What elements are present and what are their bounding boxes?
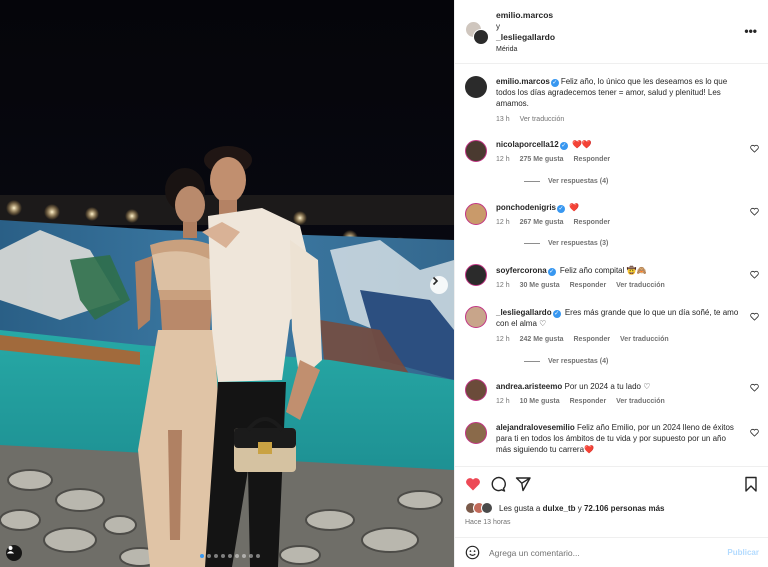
next-arrow-icon[interactable] xyxy=(430,276,448,294)
comment-time: 12 h xyxy=(496,219,510,226)
comment-meta: 13 h Ver traducción xyxy=(496,116,572,123)
carousel-dot xyxy=(228,554,232,558)
comment-username[interactable]: ponchodenigris xyxy=(496,203,556,212)
comment-username[interactable]: soyfercorona xyxy=(496,266,547,275)
comment-time: 12 h xyxy=(496,156,510,163)
comment-username[interactable]: andrea.aristeemo xyxy=(496,382,562,391)
comment-likes[interactable]: 10 Me gusta xyxy=(520,398,560,405)
avatar[interactable] xyxy=(465,379,487,401)
comment-heart-icon[interactable] xyxy=(750,144,759,153)
verified-icon: ✓ xyxy=(550,79,559,87)
reply-button[interactable]: Responder xyxy=(570,398,607,405)
bookmark-icon[interactable] xyxy=(743,476,759,492)
comment-username[interactable]: nicolaporcella12 xyxy=(496,140,559,149)
comment-time: 12 h xyxy=(496,282,510,289)
likes-user[interactable]: dulxe_tb xyxy=(543,504,576,513)
post-side-panel: emilio.marcos y _lesliegallardo Mérida •… xyxy=(454,0,768,567)
heart-icon[interactable] xyxy=(465,476,481,492)
comment-meta: 12 h 242 Me gusta Responder Ver traducci… xyxy=(496,336,677,343)
translate-link[interactable]: Ver traducción xyxy=(620,336,669,343)
emoji-icon[interactable] xyxy=(465,545,480,560)
carousel-dot xyxy=(249,554,253,558)
comment-heart-icon[interactable] xyxy=(750,270,759,279)
comment-meta: 12 h 10 Me gusta Responder Ver traducció… xyxy=(496,398,673,405)
photo-illustration xyxy=(0,0,454,567)
avatar[interactable] xyxy=(465,203,487,225)
reply-button[interactable]: Responder xyxy=(570,282,607,289)
comment-heart-icon[interactable] xyxy=(750,207,759,216)
comment-input[interactable] xyxy=(489,544,719,561)
author-username[interactable]: emilio.marcos xyxy=(496,10,555,21)
avatar[interactable] xyxy=(465,140,487,162)
user-tag-icon[interactable] xyxy=(6,545,22,561)
carousel-dot xyxy=(200,554,204,558)
comment-text: ❤️❤️ xyxy=(571,140,592,149)
likes-summary: Les gusta a dulxe_tb y 72.106 personas m… xyxy=(465,500,664,516)
translate-link[interactable]: Ver traducción xyxy=(616,398,665,405)
action-bar xyxy=(455,466,768,496)
carousel-dot xyxy=(221,554,225,558)
carousel-dot xyxy=(256,554,260,558)
publish-button[interactable]: Publicar xyxy=(727,548,759,557)
comment-likes[interactable]: 242 Me gusta xyxy=(520,336,564,343)
comment-meta: 12 h 275 Me gusta Responder xyxy=(496,156,618,163)
reply-button[interactable]: Responder xyxy=(574,156,611,163)
avatar[interactable] xyxy=(465,76,487,98)
translate-link[interactable]: Ver traducción xyxy=(520,116,565,123)
comment-likes[interactable]: 275 Me gusta xyxy=(520,156,564,163)
comment-heart-icon[interactable] xyxy=(750,383,759,392)
carousel-dot xyxy=(214,554,218,558)
view-replies-button[interactable]: Ver respuestas (4) xyxy=(524,178,608,185)
avatar[interactable] xyxy=(465,306,487,328)
view-replies-button[interactable]: Ver respuestas (3) xyxy=(524,240,608,247)
more-icon[interactable]: ••• xyxy=(744,24,757,38)
comment-heart-icon[interactable] xyxy=(750,312,759,321)
view-replies-button[interactable]: Ver respuestas (4) xyxy=(524,358,608,365)
comments-list: emilio.marcos ✓ Feliz año, lo único que le… xyxy=(455,64,768,464)
comment-composer: Publicar xyxy=(455,537,768,567)
verified-icon: ✓ xyxy=(552,310,561,318)
comment-icon[interactable] xyxy=(490,476,506,492)
comment-heart-icon[interactable] xyxy=(750,428,759,437)
carousel-dot xyxy=(242,554,246,558)
reply-button[interactable]: Responder xyxy=(574,219,611,226)
coauthor-avatars[interactable] xyxy=(465,21,489,45)
comment-username[interactable]: alejandralovesemilio xyxy=(496,423,575,432)
post-time-ago: Hace 13 horas xyxy=(465,519,511,526)
comment-text: ❤️ xyxy=(569,203,580,212)
carousel-indicator xyxy=(200,554,260,558)
post-location[interactable]: Mérida xyxy=(496,44,555,55)
verified-icon: ✓ xyxy=(557,205,565,213)
likes-count[interactable]: 72.106 personas más xyxy=(584,504,665,513)
comment-likes[interactable]: 30 Me gusta xyxy=(520,282,560,289)
share-icon[interactable] xyxy=(515,476,531,492)
caption-time: 13 h xyxy=(496,116,510,123)
avatar[interactable] xyxy=(465,264,487,286)
post-authors: emilio.marcos y _lesliegallardo Mérida xyxy=(496,10,555,55)
avatar[interactable] xyxy=(473,29,489,45)
comment-time: 12 h xyxy=(496,336,510,343)
comment-time: 12 h xyxy=(496,398,510,405)
verified-icon: ✓ xyxy=(559,142,568,150)
carousel-dot xyxy=(207,554,211,558)
author-connector: y xyxy=(496,22,500,31)
avatar[interactable] xyxy=(465,422,487,444)
carousel-dot xyxy=(235,554,239,558)
comment-text: Feliz año compital 🤠🙈 xyxy=(559,266,647,275)
avatar xyxy=(481,502,493,514)
comment-meta: 12 h 267 Me gusta Responder xyxy=(496,219,618,226)
likes-middle: y xyxy=(577,503,582,513)
post-header: emilio.marcos y _lesliegallardo Mérida •… xyxy=(455,0,768,64)
reply-button[interactable]: Responder xyxy=(574,336,611,343)
translate-link[interactable]: Ver traducción xyxy=(616,282,665,289)
comment-likes[interactable]: 267 Me gusta xyxy=(520,219,564,226)
likes-prefix: Les gusta a xyxy=(499,503,541,513)
coauthor-username[interactable]: _lesliegallardo xyxy=(496,32,555,43)
comment-username[interactable]: _lesliegallardo xyxy=(496,308,552,317)
post-photo[interactable] xyxy=(0,0,454,567)
caption-username[interactable]: emilio.marcos xyxy=(496,77,550,86)
verified-icon: ✓ xyxy=(547,268,556,276)
comment-meta: 12 h 30 Me gusta Responder Ver traducció… xyxy=(496,282,673,289)
comment-text: Por un 2024 a tu lado ♡ xyxy=(564,382,651,391)
